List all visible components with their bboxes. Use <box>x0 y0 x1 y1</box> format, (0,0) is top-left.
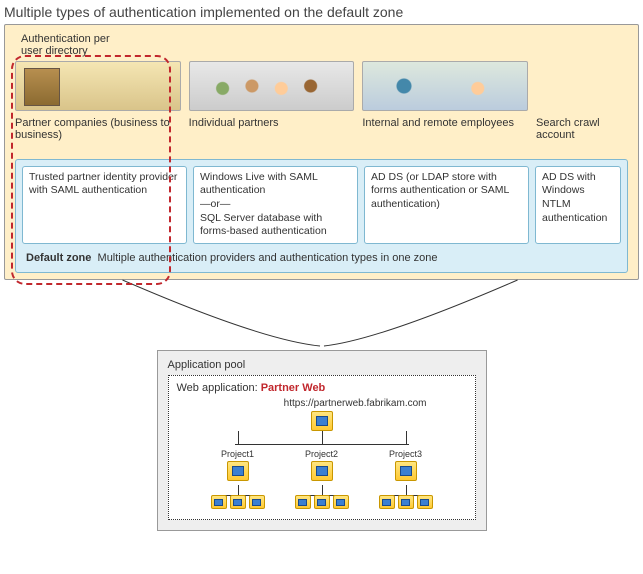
individual-partners-image <box>189 61 355 111</box>
auth-box-internal: AD DS (or LDAP store with forms authenti… <box>364 166 529 244</box>
web-app-label: Web application: <box>177 382 258 394</box>
leaf-row <box>295 495 349 509</box>
zone-name: Default zone <box>26 252 91 264</box>
site-tree: https://partnerweb.fabrikam.com Project1 <box>177 398 467 509</box>
tree-line <box>238 485 239 495</box>
auth-panel: Authentication per user directory Partne… <box>4 24 639 280</box>
project-node: Project1 <box>211 449 265 509</box>
user-directory-columns: Partner companies (business to business)… <box>15 61 628 149</box>
tree-line <box>238 431 239 445</box>
subsite-icon <box>417 495 433 509</box>
col-individual: Individual partners <box>189 61 355 149</box>
panel-subtitle: Authentication per user directory <box>21 33 121 57</box>
web-app-url: https://partnerweb.fabrikam.com <box>284 398 427 409</box>
auth-box-search: AD DS with Windows NTLM authentication <box>535 166 621 244</box>
site-icon <box>395 461 417 481</box>
diagram-title: Multiple types of authentication impleme… <box>4 4 639 20</box>
web-app-title: Web application: Partner Web <box>177 382 467 394</box>
col-label: Partner companies (business to business) <box>15 117 181 145</box>
subsite-icon <box>333 495 349 509</box>
tree-line <box>406 485 407 495</box>
col-label: Individual partners <box>189 117 355 145</box>
project-node: Project2 <box>295 449 349 509</box>
project-label: Project3 <box>387 449 424 459</box>
subsite-icon <box>314 495 330 509</box>
col-search: Search crawl account <box>536 117 628 149</box>
application-pool: Application pool Web application: Partne… <box>157 350 487 531</box>
auth-box-individual: Windows Live with SAML authentication —o… <box>193 166 358 244</box>
web-application: Web application: Partner Web https://par… <box>168 375 476 520</box>
auth-box-partner: Trusted partner identity provider with S… <box>22 166 187 244</box>
site-icon <box>311 461 333 481</box>
project-node: Project3 <box>379 449 433 509</box>
leaf-row <box>211 495 265 509</box>
zone-caption: Default zone Multiple authentication pro… <box>22 250 621 266</box>
app-pool-title: Application pool <box>168 359 476 371</box>
auth-boxes-row: Trusted partner identity provider with S… <box>22 166 621 244</box>
subsite-icon <box>379 495 395 509</box>
tree-line <box>322 431 323 445</box>
default-zone: Trusted partner identity provider with S… <box>15 159 628 273</box>
project-label: Project1 <box>219 449 256 459</box>
col-label: Internal and remote employees <box>362 117 528 145</box>
zone-desc: Multiple authentication providers and au… <box>98 252 438 264</box>
col-label: Search crawl account <box>536 117 628 145</box>
leaf-row <box>379 495 433 509</box>
subsite-icon <box>230 495 246 509</box>
internal-employees-image <box>362 61 528 111</box>
project-label: Project2 <box>303 449 340 459</box>
tree-line <box>406 431 407 445</box>
tree-line <box>322 485 323 495</box>
project-row: Project1 Project2 <box>211 449 433 509</box>
subsite-icon <box>398 495 414 509</box>
root-site-icon <box>311 411 333 431</box>
partner-companies-image <box>15 61 181 111</box>
connector-lines <box>4 280 639 350</box>
site-icon <box>227 461 249 481</box>
subsite-icon <box>295 495 311 509</box>
web-app-name: Partner Web <box>261 382 326 394</box>
subsite-icon <box>211 495 227 509</box>
col-internal: Internal and remote employees <box>362 61 528 149</box>
subsite-icon <box>249 495 265 509</box>
col-partner: Partner companies (business to business) <box>15 61 181 149</box>
